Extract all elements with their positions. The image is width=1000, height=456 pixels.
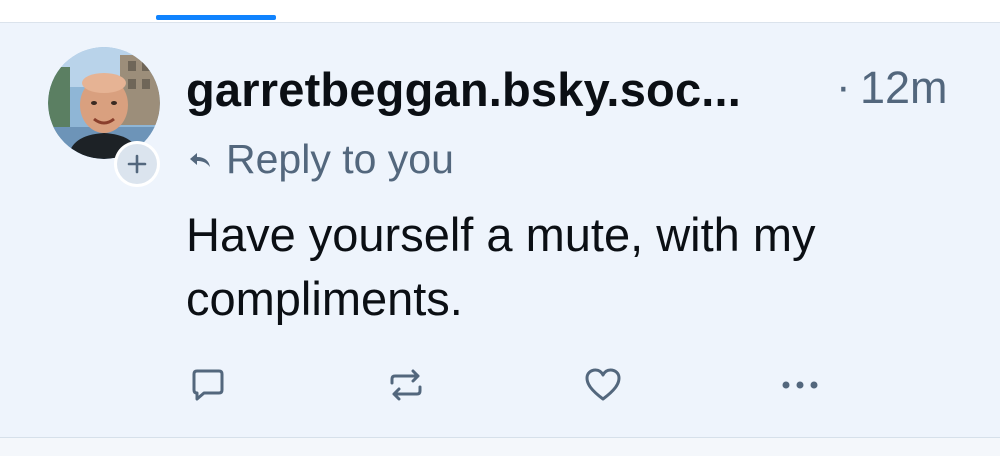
more-options-button[interactable] <box>780 365 820 405</box>
reply-arrow-icon <box>190 153 210 167</box>
reply-indicator-label[interactable]: Reply to you <box>226 136 454 183</box>
active-tab-indicator <box>156 15 276 20</box>
plus-icon <box>127 154 147 174</box>
more-dots-icon <box>782 381 818 389</box>
author-avatar-group[interactable] <box>48 47 160 187</box>
reply-button[interactable] <box>188 365 228 405</box>
heart-icon <box>585 368 621 401</box>
meta-separator: · <box>836 62 851 111</box>
repost-button[interactable] <box>386 365 426 405</box>
post-timestamp[interactable]: 12m <box>860 62 948 114</box>
comment-icon <box>192 369 224 401</box>
follow-badge-background <box>117 144 157 184</box>
author-handle[interactable]: garretbeggan.bsky.soc... <box>186 62 741 117</box>
top-tab-bar <box>0 0 1000 23</box>
like-button[interactable] <box>583 365 623 405</box>
repost-icon <box>390 369 422 401</box>
next-item-background <box>0 438 1000 456</box>
follow-button[interactable] <box>114 141 160 187</box>
post-text: Have yourself a mute, with my compliment… <box>186 208 816 325</box>
